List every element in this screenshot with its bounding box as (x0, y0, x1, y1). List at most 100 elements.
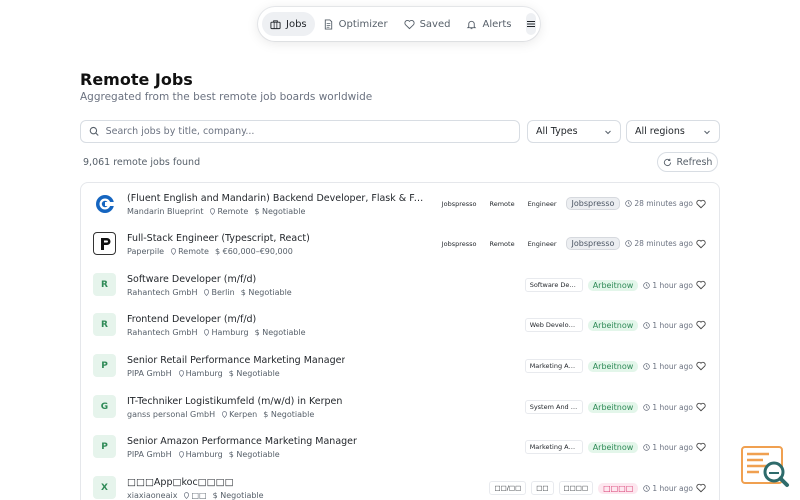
job-time: 1 hour ago (643, 321, 693, 330)
page-title: Remote Jobs (80, 70, 193, 89)
company-logo: R (93, 273, 116, 296)
job-row[interactable]: X □□□App□koc□□□□ xiaxiaoneaix □□ $ Negot… (81, 468, 719, 500)
location-pin-icon (184, 492, 190, 500)
save-heart-icon[interactable] (696, 320, 706, 330)
job-row[interactable]: R Frontend Developer (m/f/d) Rahantech G… (81, 305, 719, 345)
refresh-icon (663, 158, 671, 166)
nav-optimizer-label: Optimizer (338, 18, 388, 30)
job-row[interactable]: P Senior Retail Performance Marketing Ma… (81, 346, 719, 386)
clock-icon (625, 200, 633, 207)
region-select[interactable]: All regions (626, 120, 720, 143)
job-meta: Rahantech GmbH Berlin $ Negotiable (127, 288, 292, 297)
save-heart-icon[interactable] (696, 239, 706, 249)
job-tag: Marketing An... (524, 359, 583, 373)
nav-jobs-label: Jobs (286, 18, 307, 30)
job-time: 1 hour ago (643, 443, 693, 452)
nav-jobs[interactable]: Jobs (262, 12, 315, 36)
job-row[interactable]: (Fluent English and Mandarin) Backend De… (81, 184, 719, 224)
source-badge: Arbeitnow (587, 401, 639, 413)
job-location: Kerpen (221, 410, 257, 419)
type-select[interactable]: All Types (527, 120, 621, 143)
job-row[interactable]: Full-Stack Engineer (Typescript, React) … (81, 224, 719, 264)
job-title[interactable]: Full-Stack Engineer (Typescript, React) (127, 233, 310, 244)
job-tag: Engineer (527, 239, 557, 248)
company-logo: P (93, 354, 116, 377)
job-title[interactable]: IT-Techniker Logistikumfeld (m/w/d) in K… (127, 396, 342, 407)
job-row[interactable]: P Senior Amazon Performance Marketing Ma… (81, 427, 719, 467)
job-salary: $ Negotiable (228, 369, 280, 378)
search-box[interactable] (80, 120, 520, 143)
save-heart-icon[interactable] (696, 361, 706, 371)
source-badge: Arbeitnow (587, 319, 639, 331)
nav-alerts[interactable]: Alerts (458, 12, 519, 36)
location-pin-icon (171, 248, 177, 256)
resume-search-fab-icon[interactable] (741, 446, 791, 490)
job-location: Berlin (203, 288, 235, 297)
document-icon (324, 18, 332, 30)
save-heart-icon[interactable] (696, 402, 706, 412)
clock-icon (643, 281, 651, 289)
job-title[interactable]: Senior Retail Performance Marketing Mana… (127, 355, 345, 366)
job-row[interactable]: G IT-Techniker Logistikumfeld (m/w/d) in… (81, 387, 719, 427)
nav-saved-label: Saved (419, 18, 451, 30)
job-title[interactable]: Software Developer (m/f/d) (127, 274, 256, 285)
job-tags: □□/□□ □□ □□□□ □□□□ 1 hour ago (489, 481, 693, 495)
company-logo (93, 232, 116, 255)
heart-icon (404, 19, 415, 29)
company-logo: G (93, 395, 116, 418)
job-salary: $ Negotiable (263, 410, 315, 419)
save-heart-icon[interactable] (696, 280, 706, 290)
job-meta: PIPA GmbH Hamburg $ Negotiable (127, 450, 280, 459)
menu-button[interactable] (525, 13, 536, 35)
company-logo (93, 192, 116, 215)
company-name: Mandarin Blueprint (127, 207, 204, 216)
job-location: Remote (170, 247, 209, 256)
save-heart-icon[interactable] (696, 199, 706, 209)
job-location: Hamburg (203, 328, 249, 337)
save-heart-icon[interactable] (696, 442, 706, 452)
type-select-value: All Types (536, 126, 578, 137)
location-pin-icon (222, 411, 228, 419)
job-title[interactable]: Frontend Developer (m/f/d) (127, 314, 256, 325)
job-time: 1 hour ago (643, 484, 693, 493)
nav-saved[interactable]: Saved (396, 12, 459, 36)
hamburger-icon (526, 21, 535, 27)
location-pin-icon (204, 329, 210, 337)
job-time: 1 hour ago (643, 362, 693, 371)
job-row[interactable]: R Software Developer (m/f/d) Rahantech G… (81, 265, 719, 305)
job-tag: Marketing An... (524, 440, 583, 454)
job-salary: $ Negotiable (240, 288, 292, 297)
clock-icon (625, 240, 633, 247)
company-name: Rahantech GmbH (127, 328, 198, 337)
search-input[interactable] (105, 126, 511, 137)
job-title[interactable]: (Fluent English and Mandarin) Backend De… (127, 193, 427, 204)
source-badge: Jobspresso (565, 237, 621, 250)
bell-icon (467, 20, 477, 29)
job-title[interactable]: □□□App□koc□□□□ (127, 477, 234, 488)
job-tag: System And N... (524, 400, 583, 414)
company-name: PIPA GmbH (127, 369, 172, 378)
job-salary: $ Negotiable (254, 207, 306, 216)
company-logo: R (93, 313, 116, 336)
refresh-button[interactable]: Refresh (657, 152, 718, 172)
job-time: 1 hour ago (643, 281, 693, 290)
source-badge: Jobspresso (565, 197, 621, 210)
job-tag: □□ (531, 481, 554, 495)
job-tag: Remote (489, 199, 515, 208)
job-tag: Software Dev... (524, 278, 583, 292)
job-time: 28 minutes ago (625, 239, 693, 248)
clock-icon (643, 362, 651, 370)
job-tags: Marketing An... Arbeitnow 1 hour ago (524, 359, 693, 373)
clock-icon (643, 403, 651, 411)
nav-optimizer[interactable]: Optimizer (315, 12, 396, 36)
region-select-value: All regions (635, 126, 685, 137)
chevron-down-icon (605, 130, 611, 134)
company-name: xiaxiaoneaix (127, 491, 178, 500)
nav-alerts-label: Alerts (482, 18, 512, 30)
company-logo: X (93, 476, 116, 499)
job-list: (Fluent English and Mandarin) Backend De… (80, 182, 720, 500)
save-heart-icon[interactable] (696, 483, 706, 493)
job-location: Hamburg (178, 450, 223, 459)
company-logo: P (93, 435, 116, 458)
job-title[interactable]: Senior Amazon Performance Marketing Mana… (127, 436, 357, 447)
